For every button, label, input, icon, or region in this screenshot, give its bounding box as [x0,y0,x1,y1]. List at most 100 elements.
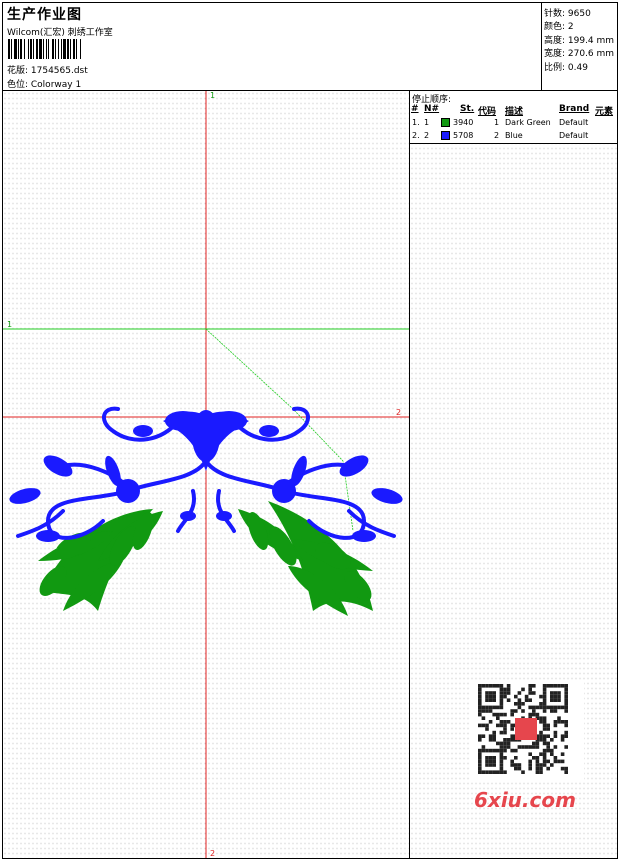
qr-module [532,684,536,688]
qr-module [485,763,489,767]
qr-module [542,763,547,767]
qr-module [550,694,554,699]
qr-module [550,738,554,742]
qr-module [517,702,522,706]
barcode-bar [67,39,69,59]
qr-module [478,698,482,702]
qr-module [532,712,536,717]
qr-module [553,698,558,702]
qr-module [539,720,543,724]
barcode-bar [33,39,34,59]
qr-module [542,759,547,764]
design-canvas: 1 2 1 2 [3,91,410,858]
qr-module [524,694,529,699]
barcode-bar [70,39,71,59]
qr-module [485,723,489,728]
qr-module [546,684,550,688]
qr-module [539,702,543,706]
barcode-bar [36,39,38,59]
qr-module [485,698,489,702]
qr-module [546,766,550,771]
barcode-bar [43,39,44,59]
qr-module [488,709,493,713]
qr-module [553,723,558,728]
qr-module [564,684,568,688]
barcode-bar [8,39,10,59]
qr-module [503,730,507,735]
design-height: 高度: 199.4 mm [544,36,615,46]
qr-module [478,748,482,753]
qr-module [546,727,550,731]
stop-sequence-table: 停止顺序: # N# St. 代码 描述 Brand 元素 1. 1 3940 … [410,91,617,144]
qr-module [542,694,547,699]
barcode-bar [39,39,42,59]
qr-module [503,720,507,724]
qr-module [478,705,482,710]
qr-module [539,734,543,738]
qr-module [488,705,493,710]
qr-module [524,745,529,749]
barcode-bar [52,39,54,59]
axis-label-h-right: 2 [396,408,401,417]
qr-module [542,709,547,713]
qr-module [557,684,561,688]
design-scale: 比例: 0.49 [544,63,588,73]
qr-module [510,727,514,731]
qr-module [499,712,504,717]
qr-module [542,698,547,702]
barcode-bar [73,39,75,59]
design-file-label: 花版: 1754565.dst [7,66,88,76]
qr-module [532,756,536,760]
qr-module [564,698,568,702]
qr-module [481,709,486,713]
qr-module [492,712,496,717]
qr-module [546,759,550,764]
row-code: 2 [494,131,500,140]
qr-module [517,745,522,749]
qr-module [488,759,493,764]
qr-module [488,738,493,742]
qr-module [553,684,558,688]
qr-module [560,684,565,688]
qr-module [499,756,504,760]
qr-module [557,694,561,699]
qr-module [492,705,496,710]
qr-module [499,766,504,771]
qr-module [499,770,504,774]
axis-label-v-bottom: 2 [210,849,215,858]
barcode-bar [80,39,81,59]
qr-module [514,763,518,767]
qr-module [506,738,511,742]
qr-module [488,770,493,774]
page-title: 生产作业图 [7,7,82,23]
qr-module [478,770,482,774]
qr-module [478,709,482,713]
qr-module [524,698,529,702]
qr-module [564,691,568,695]
qr-module [560,738,565,742]
qr-module [496,741,500,746]
barcode-bar [63,39,66,59]
qr-module [560,752,565,756]
barcode-bar [24,39,25,59]
col-header-index: # [411,104,419,114]
qr-module [542,684,547,688]
qr-module [485,756,489,760]
qr-module [553,759,558,764]
barcode-bar [14,39,17,59]
qr-module [478,734,482,738]
qr-module [485,727,489,731]
qr-module [546,745,550,749]
qr-module [542,734,547,738]
qr-module [550,691,554,695]
barcode-bar [76,39,77,59]
qr-module [557,705,561,710]
col-header-stitches: St. [460,104,475,114]
qr-module [478,759,482,764]
qr-module [496,684,500,688]
qr-module [514,756,518,760]
qr-module [542,691,547,695]
row-description: Blue [505,131,523,140]
qr-module [481,716,486,720]
qr-module [503,687,507,692]
